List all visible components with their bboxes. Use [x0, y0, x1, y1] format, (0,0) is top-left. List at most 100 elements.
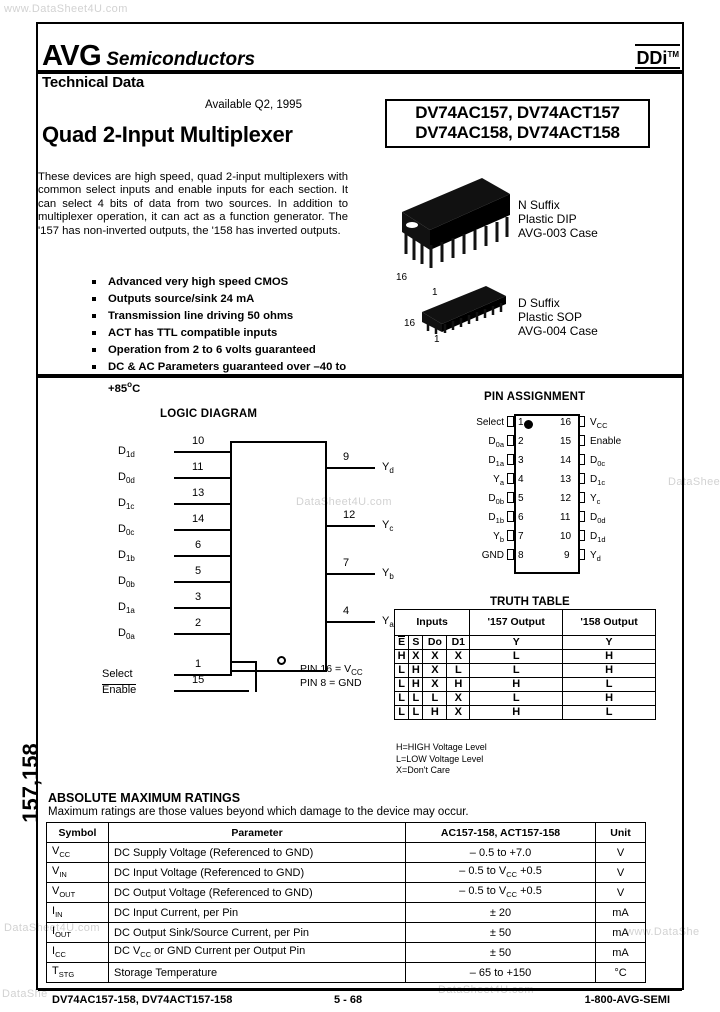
ld-block-top-edge [230, 441, 327, 443]
pa-right-sub: c [596, 497, 601, 506]
ld-input-label: D0c [118, 523, 134, 537]
ld-input-sub: 1c [125, 502, 135, 512]
legend-dontcare: X=Don't Care [396, 765, 450, 775]
pa-left-name: Y [493, 474, 500, 485]
ld-input-pin: 10 [192, 435, 205, 447]
truth-table-title: TRUTH TABLE [490, 596, 570, 608]
ld-input-pin: 2 [195, 617, 202, 629]
ld-input-base: D [118, 445, 126, 457]
ld-output-label: Yb [382, 567, 394, 581]
tt-cell: H [408, 677, 424, 692]
feature-item: ACT has TTL compatible inputs [88, 325, 378, 342]
tt-cell: L [469, 663, 564, 678]
amr-parameter: DC VCC or GND Current per Output Pin [108, 942, 406, 963]
feature-item: DC & AC Parameters guaranteed over –40 t… [88, 359, 378, 398]
tt-cell: X [422, 649, 448, 664]
feature-item: Operation from 2 to 6 volts guaranteed [88, 342, 378, 359]
pa-right-pin-notch [578, 530, 585, 541]
pa-right-sub: 1d [597, 535, 606, 544]
ld-input-base: D [118, 471, 126, 483]
pa-left-pin-number: 2 [518, 436, 524, 447]
section-divider [38, 374, 682, 378]
ld-input-lead [174, 581, 232, 583]
pa-right-pin-number: 14 [560, 455, 572, 466]
table-header-row: Symbol Parameter AC157-158, ACT157-158 U… [46, 822, 646, 843]
table-row: IIN DC Input Current, per Pin ± 20 mA [46, 902, 646, 923]
part-number-line-2: DV74AC158, DV74ACT158 [415, 123, 620, 142]
ld-input-label: D0b [118, 575, 135, 589]
ld-enable-label: Enable [102, 684, 137, 697]
pa-right-label: D0c [590, 455, 605, 468]
ld-input-base: D [118, 575, 126, 587]
tt-cell: H [562, 663, 656, 678]
ld-output-pin: 12 [343, 509, 356, 521]
ld-input-base: D [118, 549, 126, 561]
pa-right-pin-notch [578, 416, 585, 427]
logic-diagram: D1d D0d D1c D0c D1b D0b D1a D0a 10 11 13… [100, 425, 394, 696]
ld-note-vcc-sub: CC [351, 668, 363, 678]
tt-cell: X [422, 677, 448, 692]
amr-header-value: AC157-158, ACT157-158 [405, 822, 596, 843]
pa-right-sub: 1c [597, 478, 606, 487]
table-row: L H X H H L [393, 677, 656, 692]
pa-right-label: D1d [590, 531, 606, 544]
watermark-mid-right: DataShee [668, 476, 720, 488]
dip-package-icon [402, 178, 510, 268]
table-row: IOUT DC Output Sink/Source Current, per … [46, 922, 646, 943]
part-number-line-1: DV74AC157, DV74ACT157 [415, 103, 620, 122]
ld-note-gnd: PIN 8 = GND [300, 677, 362, 689]
ld-enable-lead [174, 690, 249, 692]
ld-input-base: D [118, 601, 126, 613]
ld-inverter-bubble-icon [277, 656, 286, 665]
pa-right-pin-notch [578, 549, 585, 560]
ld-note-vcc-text: PIN 16 = V [300, 663, 352, 675]
amr-symbol: VCC [46, 842, 109, 863]
pa-left-name: GND [481, 550, 504, 561]
feature-unit: C [132, 382, 141, 395]
amr-parameter: DC Input Voltage (Referenced to GND) [108, 862, 406, 883]
amr-symbol-sub: IN [59, 870, 67, 880]
tt-cell: L [393, 691, 410, 706]
amr-value: – 0.5 to VCC +0.5 [405, 862, 596, 883]
tt-cell: H [422, 705, 448, 720]
footer-page-number: 5 - 68 [334, 994, 363, 1006]
abs-max-title: ABSOLUTE MAXIMUM RATINGS [48, 791, 241, 805]
pa-left-pin-number: 1 [518, 417, 524, 428]
pa-left-pin-number: 6 [518, 512, 524, 523]
pa-left-name: D [488, 455, 496, 466]
pa-left-pin-notch [507, 530, 514, 541]
tt-col-d1: D1 [446, 635, 471, 650]
ld-input-base: D [118, 523, 126, 535]
tt-cell: H [469, 677, 564, 692]
ld-input-lead [174, 633, 232, 635]
pa-right-pin-number: 15 [560, 436, 572, 447]
pa-left-pin-notch [507, 492, 514, 503]
ld-input-lead [174, 503, 232, 505]
pa-right-pin-number: 9 [564, 550, 570, 561]
amr-symbol-sub: CC [55, 950, 66, 960]
ld-input-sub: 1d [125, 450, 135, 460]
table-row: ICC DC VCC or GND Current per Output Pin… [46, 942, 646, 963]
amr-value: – 0.5 to VCC +0.5 [405, 882, 596, 903]
amr-value: ± 50 [405, 942, 596, 963]
pa-right-label: VCC [590, 417, 608, 430]
pa-left-pin-number: 3 [518, 455, 524, 466]
amr-unit: °C [595, 962, 646, 983]
ld-input-lead [174, 451, 232, 453]
page-title: Quad 2-Input Multiplexer [42, 122, 293, 147]
pin-assignment-title: PIN ASSIGNMENT [484, 391, 586, 403]
amr-symbol: TSTG [46, 962, 109, 983]
ld-select-label: Select [102, 668, 133, 680]
pa-left-pin-notch [507, 473, 514, 484]
brand-secondary: Semiconductors [106, 49, 256, 70]
amr-value: ± 50 [405, 922, 596, 943]
ld-input-label: D1d [118, 445, 135, 459]
pa-right-pin-number: 10 [560, 531, 572, 542]
ld-input-base: D [118, 627, 126, 639]
package-n-suffix: N Suffix [518, 198, 560, 212]
pa-right-pin-notch [578, 511, 585, 522]
amr-parameter: DC Supply Voltage (Referenced to GND) [108, 842, 406, 863]
tt-header-157: '157 Output [469, 609, 564, 636]
amr-unit: V [595, 862, 646, 883]
pa-right-pin-number: 13 [560, 474, 572, 485]
